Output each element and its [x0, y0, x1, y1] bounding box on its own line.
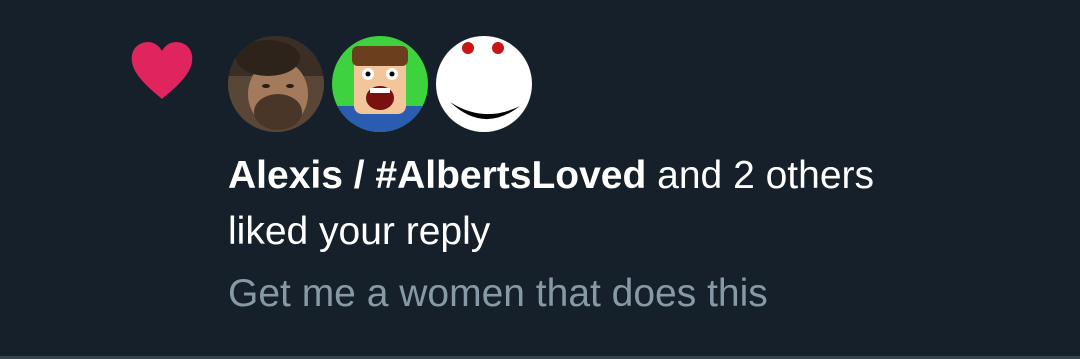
- heart-icon: [131, 42, 193, 99]
- like-notification[interactable]: Alexis / #AlbertsLoved and 2 others like…: [0, 0, 1080, 356]
- tweet-preview[interactable]: Get me a women that does this: [228, 266, 768, 322]
- avatar-bearded-man[interactable]: [228, 36, 324, 132]
- avatar-roblox-screaming[interactable]: [332, 36, 428, 132]
- others-text: and 2 others: [657, 154, 874, 197]
- action-text: liked your reply: [228, 210, 491, 253]
- notification-text: Alexis / #AlbertsLoved and 2 others like…: [228, 148, 1048, 260]
- avatar-smiley-face[interactable]: [436, 36, 532, 132]
- actor-name[interactable]: Alexis / #AlbertsLoved: [228, 154, 646, 197]
